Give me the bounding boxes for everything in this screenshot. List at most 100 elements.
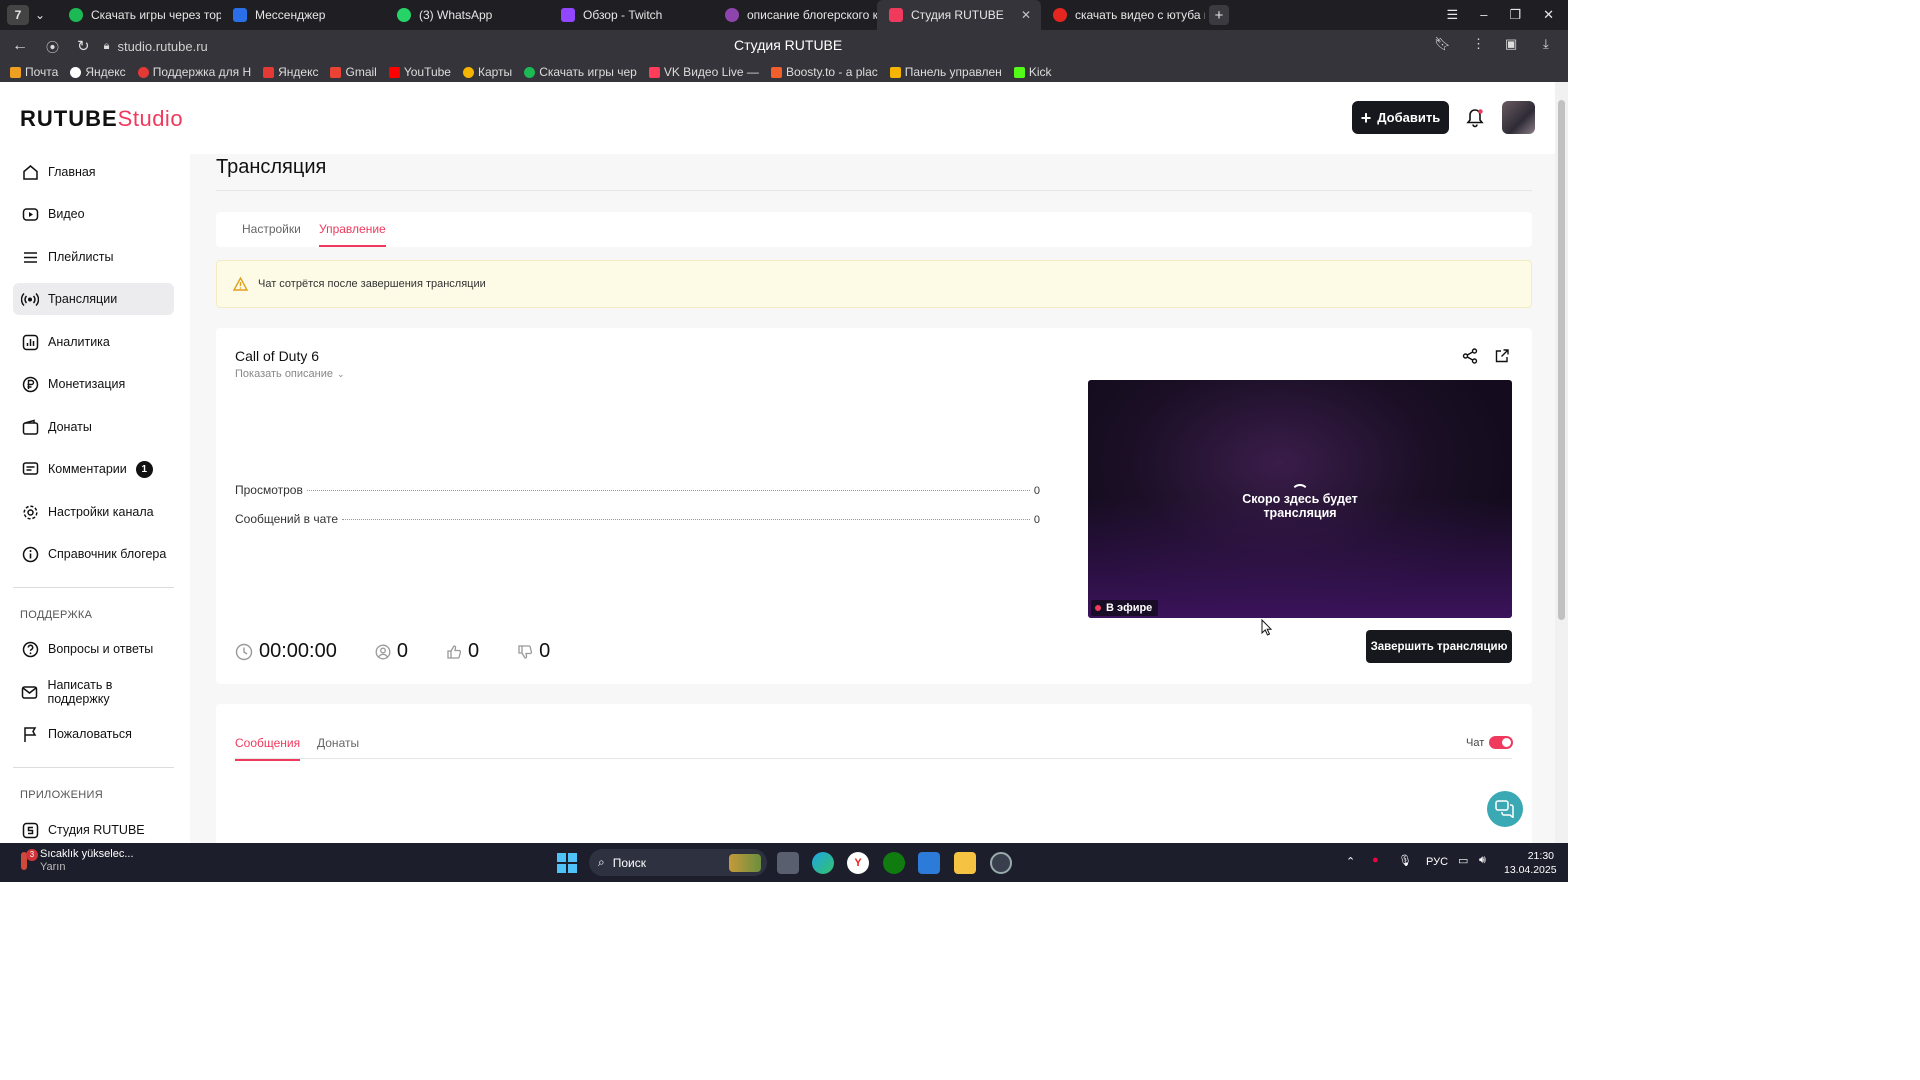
thumbs-up-icon xyxy=(446,644,462,660)
add-button[interactable]: + Добавить xyxy=(1352,101,1449,134)
rutube-studio-logo[interactable]: RUTUBE Studio xyxy=(20,106,183,132)
browser-menu-icon[interactable]: ☰ xyxy=(1447,7,1459,23)
language-indicator[interactable]: РУС xyxy=(1426,856,1448,868)
metric-viewers: 0 xyxy=(375,640,408,663)
wallet-icon xyxy=(21,418,39,436)
address-bar[interactable]: studio.rutube.ru xyxy=(117,39,207,54)
bookmark-item[interactable]: Карты xyxy=(462,65,512,79)
store-icon[interactable] xyxy=(918,852,940,874)
reload-icon[interactable]: ↻ xyxy=(77,37,90,55)
bookmark-item[interactable]: VK Видео Live — xyxy=(648,65,759,79)
chat-card: Сообщения Донаты Чат xyxy=(216,704,1532,843)
stream-preview-player[interactable]: Скоро здесь будет трансляция В эфире xyxy=(1088,380,1512,618)
clock[interactable]: 21:30 13.04.2025 xyxy=(1504,849,1557,877)
sidebar-item-video[interactable]: Видео xyxy=(13,198,174,230)
browser-tab[interactable]: Мессенджер xyxy=(221,0,385,30)
sidebar: Главная Видео Плейлисты Трансляции Анали… xyxy=(0,154,190,843)
yandex-protect-icon[interactable]: ⦿ xyxy=(46,37,59,56)
browser-tab[interactable]: скачать видео с ютуба по xyxy=(1041,0,1205,30)
sidebar-item-donations[interactable]: Донаты xyxy=(13,411,174,443)
tabs-menu-icon[interactable]: ⌄ xyxy=(29,8,51,22)
show-description-toggle[interactable]: Показать описание ⌄ xyxy=(235,368,345,380)
tray-app-icon[interactable]: ● xyxy=(1372,854,1379,866)
tab-donations[interactable]: Донаты xyxy=(317,736,359,750)
restore-icon[interactable]: ❐ xyxy=(1509,7,1521,23)
tab-favicon-icon xyxy=(561,8,575,22)
sidebar-item-write-support[interactable]: Написать в поддержку xyxy=(13,676,174,708)
sidebar-item-monetization[interactable]: Монетизация xyxy=(13,368,174,400)
bookmark-item[interactable]: Boosty.to - a plac xyxy=(770,65,878,79)
browser-tab-active[interactable]: Студия RUTUBE ✕ xyxy=(877,0,1041,30)
browser-tab[interactable]: (3) WhatsApp xyxy=(385,0,549,30)
tab-management[interactable]: Управление xyxy=(319,222,386,247)
bookmark-item[interactable]: Яндекс xyxy=(70,65,126,79)
chat-toggle[interactable] xyxy=(1489,736,1513,749)
taskbar-search[interactable]: ⌕ Поиск xyxy=(589,849,767,876)
back-icon[interactable]: ← xyxy=(12,37,28,55)
tab-messages[interactable]: Сообщения xyxy=(235,736,301,761)
xbox-icon[interactable] xyxy=(883,852,905,874)
sidebar-item-label: Вопросы и ответы xyxy=(48,642,154,656)
close-window-icon[interactable]: ✕ xyxy=(1543,7,1554,23)
sidebar-item-broadcasts[interactable]: Трансляции xyxy=(13,283,174,315)
more-icon[interactable]: ⋮ xyxy=(1472,36,1485,52)
yandex-browser-icon[interactable]: Y xyxy=(847,852,869,874)
browser-tab[interactable]: Скачать игры через торр xyxy=(57,0,221,30)
sidebar-item-channel-settings[interactable]: Настройки канала xyxy=(13,496,174,528)
scrollbar-thumb[interactable] xyxy=(1558,100,1565,620)
bookmark-item[interactable]: YouTube xyxy=(388,65,451,79)
bookmark-icon[interactable]: 🔖︎ xyxy=(1434,36,1451,52)
browser-tab[interactable]: описание блогерского ка xyxy=(713,0,877,30)
microphone-icon[interactable]: 🎙︎ xyxy=(1398,854,1412,867)
collections-icon[interactable]: ▣ xyxy=(1505,36,1517,52)
network-icon[interactable]: ▭ xyxy=(1458,854,1468,867)
bookmark-item[interactable]: Kick xyxy=(1013,65,1051,79)
share-icon[interactable] xyxy=(1462,348,1478,364)
sidebar-item-studio-app[interactable]: Студия RUTUBE xyxy=(13,814,174,843)
end-stream-button[interactable]: Завершить трансляцию xyxy=(1366,630,1512,663)
tray-expand-icon[interactable]: ⌃ xyxy=(1346,855,1355,868)
avatar[interactable] xyxy=(1502,101,1535,134)
dotted-leader xyxy=(342,519,1030,520)
tab-settings[interactable]: Настройки xyxy=(242,222,301,236)
support-icon xyxy=(137,66,149,78)
weather-widget[interactable]: 3 Sıcaklık yükselec... Yarın xyxy=(16,848,134,874)
tab-counter[interactable]: 7 xyxy=(7,5,29,25)
app-icon[interactable] xyxy=(990,852,1012,874)
bookmark-item[interactable]: Скачать игры чер xyxy=(524,65,637,79)
downloads-icon[interactable]: ⤓ xyxy=(1543,36,1549,52)
task-view-icon[interactable] xyxy=(777,852,799,874)
browser-tab[interactable]: Обзор - Twitch xyxy=(549,0,713,30)
search-highlight-icon xyxy=(729,853,761,872)
sidebar-item-report[interactable]: Пожаловаться xyxy=(13,718,174,750)
edge-icon[interactable] xyxy=(812,852,834,874)
alert-text: Чат сотрётся после завершения трансляции xyxy=(258,278,486,290)
sidebar-item-playlists[interactable]: Плейлисты xyxy=(13,241,174,273)
sidebar-item-blogger-guide[interactable]: Справочник блогера xyxy=(13,538,174,570)
bookmark-item[interactable]: Поддержка для Н xyxy=(137,65,251,79)
lock-icon: 🔒︎ xyxy=(103,39,110,52)
minimize-icon[interactable]: – xyxy=(1480,7,1487,23)
close-tab-icon[interactable]: ✕ xyxy=(1021,8,1031,22)
stat-views: Просмотров 0 xyxy=(235,483,1040,497)
sidebar-item-label: Плейлисты xyxy=(48,250,114,264)
page-content: RUTUBE Studio + Добавить Главная Видео Пл… xyxy=(0,82,1555,843)
bookmark-item[interactable]: Панель управлен xyxy=(889,65,1002,79)
sidebar-item-analytics[interactable]: Аналитика xyxy=(13,326,174,358)
support-chat-button[interactable] xyxy=(1487,791,1523,827)
sidebar-item-home[interactable]: Главная xyxy=(13,156,174,188)
volume-icon[interactable]: 🔊︎ xyxy=(1479,854,1486,867)
open-external-icon[interactable] xyxy=(1494,348,1510,364)
sidebar-item-comments[interactable]: Комментарии 1 xyxy=(13,453,174,485)
notifications-bell-icon[interactable] xyxy=(1466,108,1484,128)
bookmark-item[interactable]: Почта xyxy=(10,65,58,79)
support-heading: ПОДДЕРЖКА xyxy=(20,609,93,621)
sidebar-item-faq[interactable]: Вопросы и ответы xyxy=(13,633,174,665)
file-explorer-icon[interactable] xyxy=(954,852,976,874)
thumbs-down-icon xyxy=(517,644,533,660)
bookmark-item[interactable]: Яндекс xyxy=(263,65,318,79)
page-scrollbar[interactable] xyxy=(1555,82,1568,843)
windows-start-icon[interactable] xyxy=(556,852,578,874)
bookmark-item[interactable]: Gmail xyxy=(330,65,377,79)
new-tab-icon[interactable]: + xyxy=(1209,5,1229,25)
